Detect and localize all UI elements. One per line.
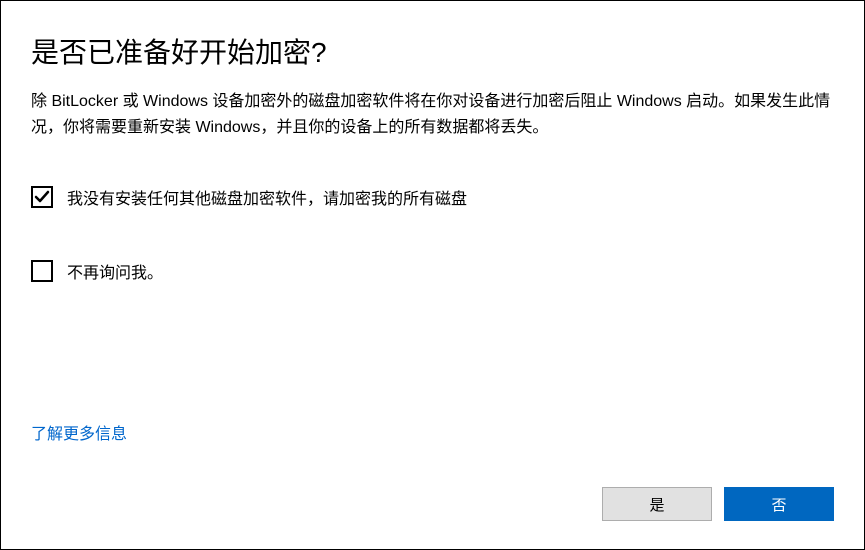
dontask-checkbox-label: 不再询问我。 <box>67 259 163 283</box>
confirm-checkbox[interactable] <box>31 186 53 208</box>
dialog-title: 是否已准备好开始加密? <box>31 31 834 71</box>
checkmark-icon <box>34 189 50 205</box>
dontask-checkbox[interactable] <box>31 260 53 282</box>
dialog-description: 除 BitLocker 或 Windows 设备加密外的磁盘加密软件将在你对设备… <box>31 89 834 140</box>
learn-more-link[interactable]: 了解更多信息 <box>31 420 127 444</box>
button-bar: 是 否 <box>602 487 834 521</box>
no-button[interactable]: 否 <box>724 487 834 521</box>
confirm-checkbox-label: 我没有安装任何其他磁盘加密软件，请加密我的所有磁盘 <box>67 185 467 209</box>
yes-button[interactable]: 是 <box>602 487 712 521</box>
dontask-checkbox-row: 不再询问我。 <box>31 259 834 283</box>
confirm-checkbox-row: 我没有安装任何其他磁盘加密软件，请加密我的所有磁盘 <box>31 185 834 209</box>
